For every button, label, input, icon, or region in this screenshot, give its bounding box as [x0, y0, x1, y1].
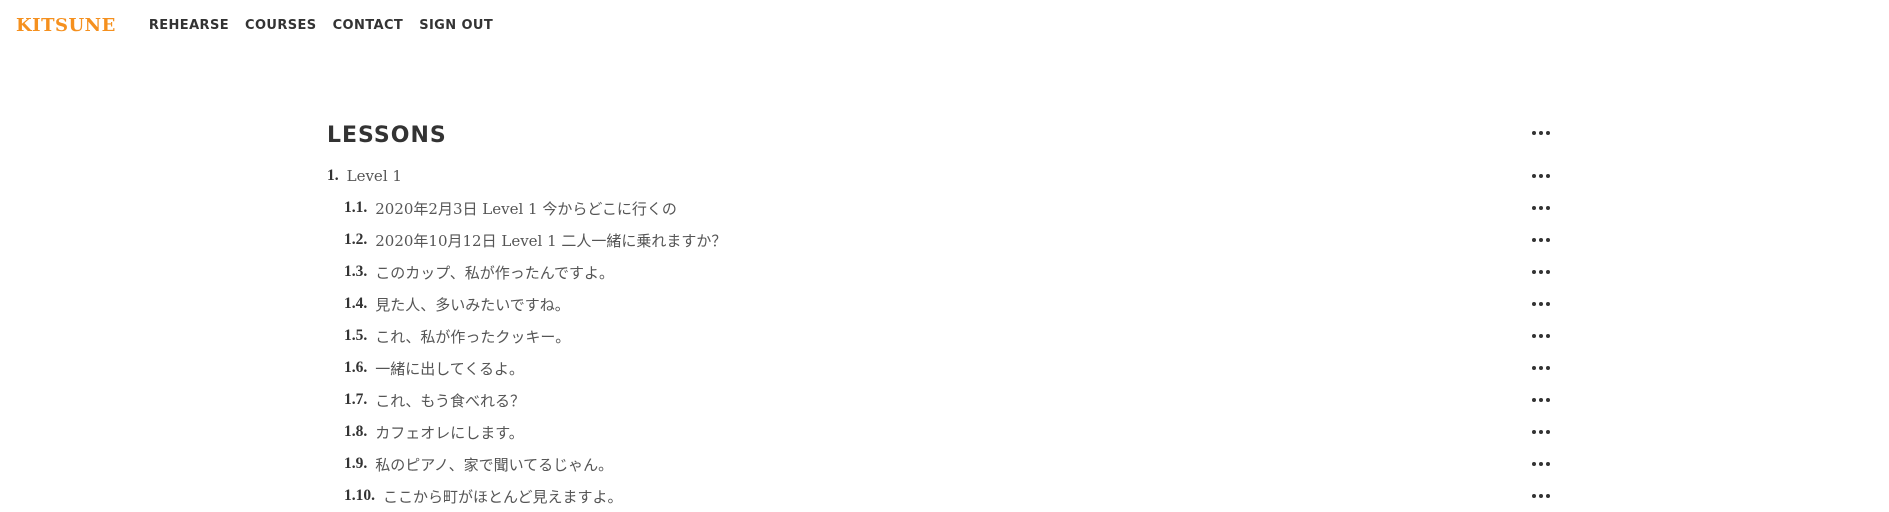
lesson-more-icon[interactable]	[1530, 329, 1552, 343]
lesson-number: 1.10.	[344, 487, 375, 504]
lesson-row: 1.6. 一緒に出してくるよ。	[327, 352, 1552, 384]
lesson-more-icon[interactable]	[1530, 233, 1552, 247]
lesson-more-icon[interactable]	[1530, 457, 1552, 471]
level-more-icon[interactable]	[1530, 169, 1552, 183]
lesson-number: 1.3.	[344, 263, 368, 280]
lesson-number: 1.6.	[344, 359, 368, 376]
level-row: 1. Level 1	[327, 160, 1552, 192]
lesson-list: 1. Level 1 1.1. 2020年2月3日 Level 1 今からどこに…	[327, 160, 1552, 512]
nav-rehearse[interactable]: REHEARSE	[149, 18, 229, 33]
section-more-icon[interactable]	[1530, 126, 1552, 140]
lesson-title[interactable]: このカップ、私が作ったんですよ。	[375, 262, 614, 283]
lesson-more-icon[interactable]	[1530, 489, 1552, 503]
nav-contact[interactable]: CONTACT	[333, 18, 404, 33]
lesson-more-icon[interactable]	[1530, 425, 1552, 439]
lesson-title[interactable]: ここから町がほとんど見えますよ。	[383, 486, 623, 507]
lesson-title[interactable]: カフェオレにします。	[375, 422, 524, 443]
lesson-title[interactable]: 私のピアノ、家で聞いてるじゃん。	[375, 454, 613, 475]
lesson-more-icon[interactable]	[1530, 201, 1552, 215]
lesson-row: 1.10. ここから町がほとんど見えますよ。	[327, 480, 1552, 512]
lesson-number: 1.7.	[344, 391, 368, 408]
lesson-number: 1.8.	[344, 423, 368, 440]
main-nav: REHEARSE COURSES CONTACT SIGN OUT	[149, 18, 493, 33]
nav-sign-out[interactable]: SIGN OUT	[419, 18, 493, 33]
lesson-title[interactable]: 2020年2月3日 Level 1 今からどこに行くの	[375, 198, 677, 219]
lesson-title[interactable]: これ、私が作ったクッキー。	[375, 326, 570, 347]
lesson-row: 1.1. 2020年2月3日 Level 1 今からどこに行くの	[327, 192, 1552, 224]
lesson-title[interactable]: これ、もう食べれる？	[375, 390, 525, 411]
lesson-number: 1.4.	[344, 295, 368, 312]
lesson-row: 1.9. 私のピアノ、家で聞いてるじゃん。	[327, 448, 1552, 480]
section-header: LESSONS	[327, 116, 1552, 160]
lesson-title[interactable]: 2020年10月12日 Level 1 二人一緒に乗れますか？	[375, 230, 726, 251]
lesson-row: 1.5. これ、私が作ったクッキー。	[327, 320, 1552, 352]
lesson-row: 1.8. カフェオレにします。	[327, 416, 1552, 448]
lesson-more-icon[interactable]	[1530, 393, 1552, 407]
level-label[interactable]: Level 1	[347, 167, 402, 185]
lesson-row: 1.4. 見た人、多いみたいですね。	[327, 288, 1552, 320]
top-navbar: KITSUNE REHEARSE COURSES CONTACT SIGN OU…	[0, 0, 1889, 50]
lesson-title[interactable]: 一緒に出してくるよ。	[375, 358, 524, 379]
lesson-more-icon[interactable]	[1530, 361, 1552, 375]
lesson-number: 1.2.	[344, 231, 368, 248]
lesson-row: 1.7. これ、もう食べれる？	[327, 384, 1552, 416]
lesson-number: 1.5.	[344, 327, 368, 344]
lesson-number: 1.1.	[344, 199, 368, 216]
brand-logo[interactable]: KITSUNE	[16, 15, 116, 36]
level-number: 1.	[327, 167, 339, 184]
nav-courses[interactable]: COURSES	[245, 18, 317, 33]
lesson-more-icon[interactable]	[1530, 265, 1552, 279]
page-title: LESSONS	[327, 123, 447, 148]
lessons-panel: LESSONS 1. Level 1 1.1. 2020年2月3日 Level …	[327, 116, 1552, 512]
lesson-row: 1.2. 2020年10月12日 Level 1 二人一緒に乗れますか？	[327, 224, 1552, 256]
lesson-row: 1.3. このカップ、私が作ったんですよ。	[327, 256, 1552, 288]
lesson-title[interactable]: 見た人、多いみたいですね。	[375, 294, 570, 315]
lesson-number: 1.9.	[344, 455, 368, 472]
lesson-more-icon[interactable]	[1530, 297, 1552, 311]
